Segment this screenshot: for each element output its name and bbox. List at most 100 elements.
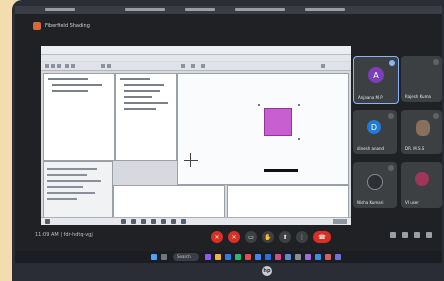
app-icon[interactable] <box>235 254 241 260</box>
mic-off-button[interactable]: ✕ <box>211 231 223 243</box>
taskbar-search[interactable]: Search <box>173 253 199 261</box>
app-icon[interactable] <box>275 254 281 260</box>
app-icon[interactable] <box>295 254 301 260</box>
grid-dot <box>258 104 260 106</box>
presentation-icon <box>33 22 41 30</box>
tool-icon[interactable] <box>51 64 55 68</box>
call-controls: ✕ ✕ ▭ ✋ ⬆ ⋮ ☎ <box>211 230 331 244</box>
app-menubar[interactable] <box>41 55 351 61</box>
design-canvas[interactable] <box>177 73 349 185</box>
windows-taskbar: Search <box>15 251 442 263</box>
app-icon[interactable] <box>151 219 156 224</box>
avatar <box>416 120 430 136</box>
app-icon[interactable] <box>285 254 291 260</box>
info-icon[interactable] <box>390 232 396 238</box>
participant-tile[interactable]: VI user <box>401 162 442 208</box>
browser-tab-bar <box>15 6 442 14</box>
app-icon[interactable] <box>265 254 271 260</box>
more-options-icon[interactable]: ⋮ <box>296 231 308 243</box>
crosshair-icon <box>190 153 191 167</box>
tool-icon[interactable] <box>201 64 205 68</box>
app-toolbar[interactable] <box>41 62 351 71</box>
app-icon[interactable] <box>171 219 176 224</box>
crosshair-icon <box>184 160 198 161</box>
participant-name: Rajesh Kuma <box>405 94 431 99</box>
captions-button[interactable]: ▭ <box>245 231 257 243</box>
tool-icon[interactable] <box>181 64 185 68</box>
participant-name: dinesh anand <box>357 146 385 151</box>
mic-off-icon <box>388 113 394 119</box>
tool-icon[interactable] <box>45 64 49 68</box>
library-panel[interactable] <box>115 73 177 161</box>
side-controls <box>390 232 432 238</box>
app-icon[interactable] <box>245 254 251 260</box>
avatar <box>367 174 383 190</box>
people-icon[interactable] <box>402 232 408 238</box>
browser-tab[interactable] <box>305 8 345 11</box>
raise-hand-button[interactable]: ✋ <box>262 231 274 243</box>
grid-dot <box>298 138 300 140</box>
participant-tile[interactable]: D dinesh anand <box>353 110 397 154</box>
search-icon[interactable] <box>161 254 167 260</box>
activities-icon[interactable] <box>426 232 432 238</box>
start-icon[interactable] <box>45 219 50 224</box>
browser-tab[interactable] <box>235 8 285 11</box>
chat-icon[interactable] <box>414 232 420 238</box>
participant-tile[interactable]: DR. M.S.S <box>401 110 442 154</box>
app-icon[interactable] <box>205 254 211 260</box>
app-icon[interactable] <box>131 219 136 224</box>
browser-tab[interactable] <box>185 8 215 11</box>
avatar: A <box>368 67 384 83</box>
app-icon[interactable] <box>305 254 311 260</box>
shared-screen[interactable] <box>41 46 351 225</box>
browser-tab[interactable] <box>125 8 165 11</box>
presenting-banner: Fiberfield Shading <box>33 20 293 32</box>
folder-icon[interactable] <box>215 254 221 260</box>
participant-name: Nisha Kumari <box>357 200 384 205</box>
tool-icon[interactable] <box>107 64 111 68</box>
participant-tile[interactable]: Rajesh Kuma <box>401 56 442 102</box>
app-icon[interactable] <box>161 219 166 224</box>
app-icon[interactable] <box>141 219 146 224</box>
chrome-icon[interactable] <box>255 254 261 260</box>
shared-taskbar <box>41 217 351 225</box>
hierarchy-panel[interactable] <box>43 73 115 161</box>
properties-panel[interactable] <box>43 161 113 219</box>
app-titlebar <box>41 46 351 55</box>
present-button[interactable]: ⬆ <box>279 231 291 243</box>
end-call-button[interactable]: ☎ <box>313 231 331 243</box>
app-icon[interactable] <box>121 219 126 224</box>
meeting-time-code: 11:09 AM | fdr-hdtq-vgj <box>35 232 93 238</box>
presentation-title: Fiberfield Shading <box>45 23 90 29</box>
mic-off-icon <box>433 59 439 65</box>
tool-icon[interactable] <box>57 64 61 68</box>
grid-dot <box>298 104 300 106</box>
speaking-icon <box>389 60 395 66</box>
start-icon[interactable] <box>151 254 157 260</box>
participant-tile[interactable]: A Anjaana M P <box>353 56 399 104</box>
output-panel[interactable] <box>227 185 349 219</box>
tool-icon[interactable] <box>191 64 195 68</box>
app-icon[interactable] <box>225 254 231 260</box>
meeting-window: Fiberfield Shading A Anjaana M P Rajesh … <box>15 6 442 251</box>
app-icon[interactable] <box>325 254 331 260</box>
tool-icon[interactable] <box>321 64 325 68</box>
camera-off-button[interactable]: ✕ <box>228 231 240 243</box>
scale-bar <box>264 169 298 172</box>
browser-tab[interactable] <box>45 8 75 11</box>
console-panel[interactable] <box>113 185 225 219</box>
avatar: D <box>367 120 381 134</box>
participant-tile[interactable]: Nisha Kumari <box>353 162 397 208</box>
participant-name: Anjaana M P <box>358 95 383 100</box>
clock <box>333 219 347 224</box>
tool-icon[interactable] <box>71 64 75 68</box>
app-icon[interactable] <box>315 254 321 260</box>
app-icon[interactable] <box>181 219 186 224</box>
avatar <box>415 172 429 186</box>
tool-icon[interactable] <box>65 64 69 68</box>
magenta-square[interactable] <box>264 108 292 136</box>
tool-icon[interactable] <box>101 64 105 68</box>
app-icon[interactable] <box>335 254 341 260</box>
mic-off-icon <box>433 113 439 119</box>
hp-logo: hp <box>262 266 272 276</box>
